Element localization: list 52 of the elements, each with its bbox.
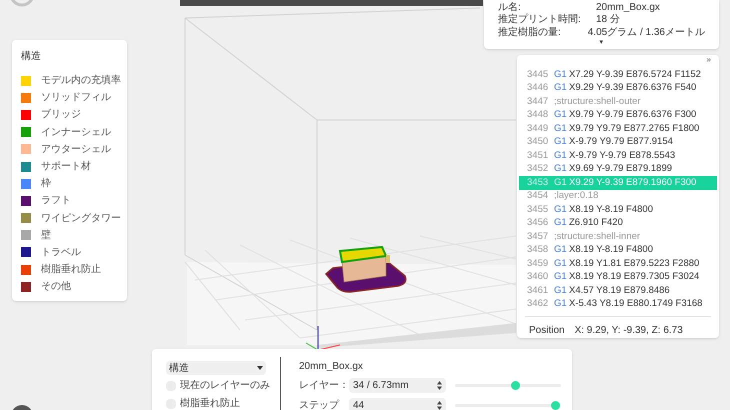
legend-label: 樹脂垂れ防止 bbox=[41, 262, 101, 278]
info-label: 推定プリント時間: bbox=[498, 12, 582, 26]
slider-thumb[interactable] bbox=[510, 380, 520, 390]
slider-thumb[interactable] bbox=[551, 400, 560, 410]
legend-title: 構造 bbox=[21, 50, 42, 64]
gcode-line[interactable]: 3451 G1 X-9.79 Y-9.79 E878.5543 bbox=[519, 149, 717, 162]
legend-label: アウターシェル bbox=[41, 142, 111, 157]
field-label: ステップ bbox=[299, 398, 340, 410]
info-value: 20mm_Box.gx bbox=[596, 0, 660, 14]
info-value: 4.05グラム / 1.36メートル bbox=[588, 26, 705, 40]
info-label: ル名: bbox=[498, 0, 522, 14]
file-name: 20mm_Box.gx bbox=[299, 360, 364, 374]
spinner-arrows-icon[interactable] bbox=[437, 400, 442, 410]
legend-label: インナーシェル bbox=[41, 126, 111, 140]
spin-field[interactable]: 34 / 6.73mm bbox=[349, 378, 446, 392]
legend-label: ブリッジ bbox=[41, 108, 81, 122]
gcode-line[interactable]: 3455 G1 X8.19 Y-8.19 F4800 bbox=[519, 203, 717, 216]
field-label: レイヤー： bbox=[299, 378, 349, 392]
caret-icon bbox=[257, 366, 263, 370]
legend-label: ラフト bbox=[41, 194, 71, 208]
gcode-line[interactable]: 3448 G1 X9.79 Y-9.79 E876.6376 F300 bbox=[519, 108, 717, 122]
axis-indicator-drawing bbox=[306, 326, 340, 350]
legend-label: 枠 bbox=[41, 176, 51, 192]
legend-label: サポート材 bbox=[41, 160, 91, 174]
gcode-line[interactable]: 3461 G1 X4.57 Y8.19 E879.8486 bbox=[519, 284, 717, 298]
collapse-toggle[interactable]: » bbox=[706, 55, 711, 67]
position-label: Position bbox=[529, 324, 565, 338]
gcode-line[interactable]: 3450 G1 X-9.79 Y9.79 E877.9154 bbox=[519, 136, 717, 149]
spinner-arrows-icon[interactable] bbox=[437, 380, 442, 390]
legend-label: その他 bbox=[41, 280, 71, 294]
round-button-icon[interactable] bbox=[11, 405, 33, 410]
gcode-line[interactable]: 3460 G1 X8.19 Y8.19 E879.7305 F3024 bbox=[519, 270, 717, 284]
legend-label: ワイピングタワー bbox=[41, 212, 121, 226]
gcode-line[interactable]: 3456 G1 Z6.910 F420 bbox=[519, 216, 717, 230]
gcode-line[interactable]: 3449 G1 X9.79 Y9.79 E877.2765 F1800 bbox=[519, 122, 717, 136]
info-label: 推定樹脂の量: bbox=[498, 26, 562, 40]
gcode-line[interactable]: 3445 G1 X7.29 Y-9.39 E876.5724 F1152 bbox=[519, 68, 717, 82]
gcode-line[interactable]: 3462 G1 X-5.43 Y8.19 E880.1749 F3168 bbox=[519, 298, 717, 311]
gcode-line[interactable]: 3459 G1 X8.19 Y1.81 E879.5223 F2880 bbox=[519, 257, 717, 270]
legend-label: ソリッドフィル bbox=[41, 91, 111, 106]
spin-field[interactable]: 44 bbox=[349, 398, 446, 410]
checkbox-label: 樹脂垂れ防止 bbox=[180, 396, 240, 410]
info-value: 18 分 bbox=[596, 13, 620, 27]
checkbox-label: 現在のレイヤーのみ bbox=[180, 379, 270, 393]
gcode-line[interactable]: 3446 G1 X9.29 Y-9.39 E876.6376 F540 bbox=[519, 82, 717, 95]
legend-label: トラベル bbox=[41, 246, 81, 260]
legend-label: モデル内の充填率 bbox=[41, 74, 121, 88]
position-value: X: 9.29, Y: -9.39, Z: 6.73 bbox=[574, 324, 683, 338]
gcode-line[interactable]: 3452 G1 X9.69 Y-9.79 E879.1899 bbox=[519, 162, 717, 176]
view-dropdown[interactable]: 構造 bbox=[166, 361, 266, 375]
gcode-line[interactable]: 3458 G1 X8.19 Y-8.19 F4800 bbox=[519, 244, 717, 257]
legend-label: 壁 bbox=[41, 228, 51, 243]
